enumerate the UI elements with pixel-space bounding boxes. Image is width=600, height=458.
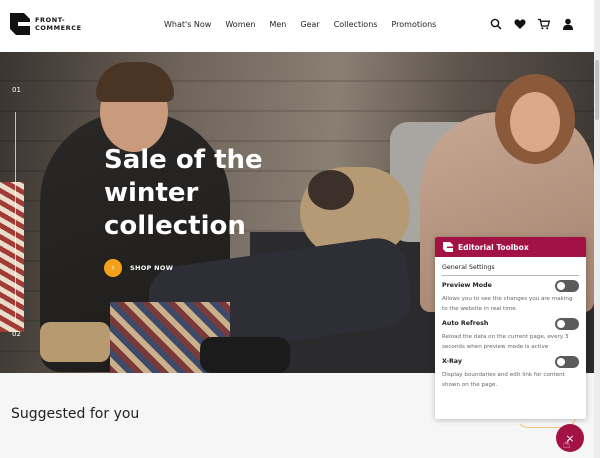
hero-title: Sale of the winter collection [104, 145, 263, 241]
logo-icon [10, 13, 30, 35]
toolbox-item-description: Display boundaries and edit link for con… [442, 372, 565, 388]
toolbox-item-description: Allows you to see the changes you are ma… [442, 296, 573, 312]
nav-item-collections[interactable]: Collections [334, 20, 378, 29]
scrollbar-thumb[interactable] [595, 60, 599, 120]
nav-item-gear[interactable]: Gear [300, 20, 319, 29]
toolbox-item-description: Reload the data on the current page, eve… [442, 334, 569, 350]
heart-icon[interactable] [514, 18, 526, 30]
brand-logo[interactable]: FRONT- COMMERCE [10, 13, 85, 35]
search-icon[interactable] [490, 18, 502, 30]
toolbox-item-x-ray: X-Ray Display boundaries and edit link f… [442, 356, 579, 390]
main-nav: What's Now Women Men Gear Collections Pr… [164, 20, 436, 29]
x-ray-toggle[interactable] [555, 356, 579, 368]
nav-item-promotions[interactable]: Promotions [391, 20, 436, 29]
editorial-toolbox: Editorial Toolbox General Settings Previ… [435, 237, 586, 419]
toolbox-header: Editorial Toolbox [435, 237, 586, 257]
pointer-cursor-icon: ☝ [563, 437, 571, 451]
cart-icon[interactable] [538, 18, 550, 30]
hero-photo-boot-right [200, 337, 290, 373]
auto-refresh-toggle[interactable] [555, 318, 579, 330]
toolbox-title: Editorial Toolbox [458, 242, 529, 252]
suggested-title: Suggested for you [11, 406, 140, 422]
preview-mode-toggle[interactable] [555, 280, 579, 292]
chevron-right-icon: › [104, 259, 122, 277]
brand-name: FRONT- COMMERCE [35, 16, 85, 32]
hero-photo-boot-left [40, 322, 110, 362]
nav-item-whats-now[interactable]: What's Now [164, 20, 211, 29]
header-actions [490, 18, 574, 30]
shop-now-button[interactable]: › SHOP NOW [104, 259, 173, 277]
nav-item-women[interactable]: Women [225, 20, 255, 29]
hero-pager-current[interactable]: 01 [12, 86, 21, 94]
toolbox-item-preview-mode: Preview Mode Allows you to see the chang… [442, 280, 579, 314]
hero-photo-hair-left [96, 62, 174, 102]
toolbox-section-title: General Settings [442, 264, 579, 276]
shop-now-label: SHOP NOW [130, 264, 174, 272]
hero-photo-face-right [510, 92, 560, 152]
toolbox-item-auto-refresh: Auto Refresh Reload the data on the curr… [442, 318, 579, 352]
site-header: FRONT- COMMERCE What's Now Women Men Gea… [0, 0, 594, 52]
brand-name-line2: COMMERCE [35, 24, 82, 32]
user-icon[interactable] [562, 18, 574, 30]
hero-photo-cushion-left [0, 182, 24, 332]
hero-photo-dog-face [308, 170, 354, 210]
hero-pager-line [15, 112, 16, 322]
nav-item-men[interactable]: Men [269, 20, 286, 29]
hero-pager-next[interactable]: 02 [12, 330, 21, 338]
page-scrollbar[interactable] [594, 0, 600, 458]
logo-icon [443, 242, 453, 252]
brand-name-line1: FRONT- [35, 16, 66, 24]
